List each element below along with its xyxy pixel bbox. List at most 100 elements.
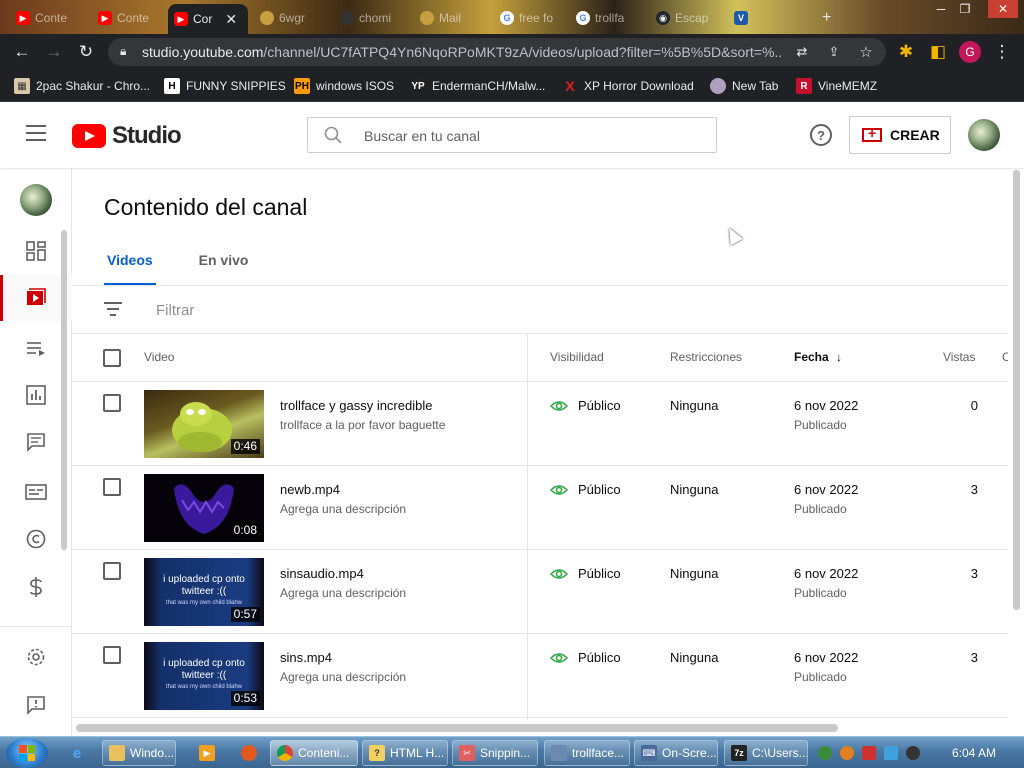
media-quicklaunch[interactable]: ▶: [194, 740, 222, 766]
taskbar-button[interactable]: ⌨ On-Scre...: [634, 740, 718, 766]
filter-input[interactable]: Filtrar: [156, 302, 194, 319]
column-header-video[interactable]: Video: [144, 350, 174, 364]
video-title[interactable]: newb.mp4: [280, 482, 340, 497]
video-thumbnail[interactable]: i uploaded cp onto twitteer :(( that was…: [144, 642, 264, 710]
bookmark-item[interactable]: X XP Horror Download: [562, 76, 694, 96]
video-description[interactable]: Agrega una descripción: [280, 586, 406, 600]
column-header-date[interactable]: Fecha ↓: [794, 350, 842, 364]
column-header-comments[interactable]: C: [1002, 350, 1008, 364]
taskbar-button[interactable]: trollface...: [544, 740, 630, 766]
sidebar-item-feedback[interactable]: [0, 682, 72, 728]
bookmark-item[interactable]: H FUNNY SNIPPIES: [164, 76, 286, 96]
share-icon[interactable]: ⇪: [820, 34, 848, 70]
browser-tab[interactable]: G trollfa: [570, 6, 646, 30]
profile-avatar[interactable]: G: [959, 41, 981, 63]
row-checkbox[interactable]: [103, 478, 121, 496]
table-row[interactable]: i uploaded cp onto twitteer :(( that was…: [72, 634, 1008, 718]
side-panel-icon[interactable]: ◧: [924, 34, 952, 70]
visibility-value[interactable]: Público: [578, 566, 621, 581]
flag-icon[interactable]: [862, 746, 876, 760]
forward-icon[interactable]: →: [40, 34, 68, 70]
translate-icon[interactable]: ⇄: [788, 34, 816, 70]
browser-tab[interactable]: Mail: [414, 6, 494, 30]
browser-tab-active[interactable]: ▶ Cor ✕: [168, 4, 248, 34]
create-button[interactable]: CREAR: [849, 116, 951, 154]
video-thumbnail[interactable]: 0:08: [144, 474, 264, 542]
reload-icon[interactable]: ↻: [72, 34, 100, 70]
video-thumbnail[interactable]: 0:46: [144, 390, 264, 458]
browser-tab[interactable]: V: [728, 6, 758, 30]
table-row[interactable]: 0:08 newb.mp4 Agrega una descripción Púb…: [72, 466, 1008, 550]
browser-tab[interactable]: 6wgr: [254, 6, 334, 30]
search-tray-icon[interactable]: [840, 746, 854, 760]
studio-logo[interactable]: Studio: [72, 122, 182, 150]
back-icon[interactable]: ←: [8, 34, 36, 70]
browser-tab[interactable]: G free fo: [494, 6, 570, 30]
table-row[interactable]: i uploaded cp onto twitteer :(( that was…: [72, 550, 1008, 634]
extensions-icon[interactable]: ✱: [892, 34, 920, 70]
taskbar-button-active[interactable]: Conteni...: [270, 740, 358, 766]
visibility-value[interactable]: Público: [578, 398, 621, 413]
table-row[interactable]: 0:46 trollface y gassy incredible trollf…: [72, 382, 1008, 466]
tab-videos[interactable]: Videos: [104, 252, 156, 286]
column-header-visibility[interactable]: Visibilidad: [550, 350, 604, 364]
browser-tab[interactable]: ▶ Conte: [92, 6, 170, 30]
visibility-value[interactable]: Público: [578, 482, 621, 497]
menu-icon[interactable]: ⋮: [988, 34, 1016, 70]
search-input[interactable]: [364, 126, 694, 146]
taskbar-button[interactable]: ? HTML H...: [362, 740, 448, 766]
browser-tab[interactable]: ◉ Escap: [650, 6, 726, 30]
select-all-checkbox[interactable]: [103, 349, 121, 367]
sidebar-scrollbar[interactable]: [61, 230, 67, 550]
start-button[interactable]: [6, 738, 48, 768]
video-title[interactable]: trollface y gassy incredible: [280, 398, 432, 413]
clock[interactable]: 6:04 AM: [952, 746, 996, 760]
bookmark-item[interactable]: YP EndermanCH/Malw...: [410, 76, 545, 96]
filter-icon[interactable]: [104, 302, 122, 316]
row-checkbox[interactable]: [103, 562, 121, 580]
video-title[interactable]: sins.mp4: [280, 650, 332, 665]
close-tab-icon[interactable]: ✕: [225, 11, 237, 28]
bookmark-item[interactable]: PH windows ISOS: [294, 76, 394, 96]
close-window-icon[interactable]: ✕: [988, 0, 1018, 18]
row-checkbox[interactable]: [103, 394, 121, 412]
video-thumbnail[interactable]: i uploaded cp onto twitteer :(( that was…: [144, 558, 264, 626]
sidebar-item-settings[interactable]: [0, 634, 72, 680]
channel-avatar[interactable]: [20, 184, 52, 216]
volume-icon[interactable]: [906, 746, 920, 760]
bookmark-item[interactable]: New Tab: [710, 76, 778, 96]
vertical-scrollbar[interactable]: [1013, 170, 1020, 610]
column-header-restrictions[interactable]: Restricciones: [670, 350, 742, 364]
video-description[interactable]: Agrega una descripción: [280, 502, 406, 516]
taskbar-button[interactable]: ✂ Snippin...: [452, 740, 538, 766]
display-icon[interactable]: [884, 746, 898, 760]
visibility-value[interactable]: Público: [578, 650, 621, 665]
network-icon[interactable]: [818, 746, 832, 760]
chrome-icon: [277, 745, 293, 761]
channel-search[interactable]: [307, 117, 717, 153]
app-quicklaunch[interactable]: [236, 740, 264, 766]
help-icon[interactable]: ?: [810, 124, 832, 146]
video-description[interactable]: Agrega una descripción: [280, 670, 406, 684]
video-title[interactable]: sinsaudio.mp4: [280, 566, 364, 581]
ie-quicklaunch[interactable]: e: [66, 740, 90, 766]
bookmark-item[interactable]: R VineMEMZ: [796, 76, 877, 96]
minimize-icon[interactable]: ─: [930, 0, 952, 18]
horizontal-scrollbar[interactable]: [76, 724, 838, 732]
browser-tab[interactable]: ▶ Conte: [10, 6, 88, 30]
maximize-icon[interactable]: ❐: [954, 0, 976, 18]
taskbar-button[interactable]: 7z C:\Users...: [724, 740, 808, 766]
row-checkbox[interactable]: [103, 646, 121, 664]
taskbar-button[interactable]: Windo...: [102, 740, 176, 766]
tab-live[interactable]: En vivo: [196, 252, 252, 286]
address-bar[interactable]: 🔒︎ studio.youtube.com/channel/UC7fATPQ4Y…: [108, 38, 886, 66]
browser-tab[interactable]: chomi: [334, 6, 414, 30]
bookmark-star-icon[interactable]: ☆: [852, 34, 880, 70]
new-tab-button[interactable]: +: [816, 6, 838, 30]
account-avatar[interactable]: [968, 119, 1000, 151]
url-text[interactable]: studio.youtube.com/channel/UC7fATPQ4Yn6N…: [142, 44, 782, 60]
hamburger-menu-icon[interactable]: [26, 125, 46, 141]
sidebar-item-earn[interactable]: [0, 564, 72, 610]
column-header-views[interactable]: Vistas: [943, 350, 975, 364]
bookmark-item[interactable]: ▦ 2pac Shakur - Chro...: [14, 76, 150, 96]
